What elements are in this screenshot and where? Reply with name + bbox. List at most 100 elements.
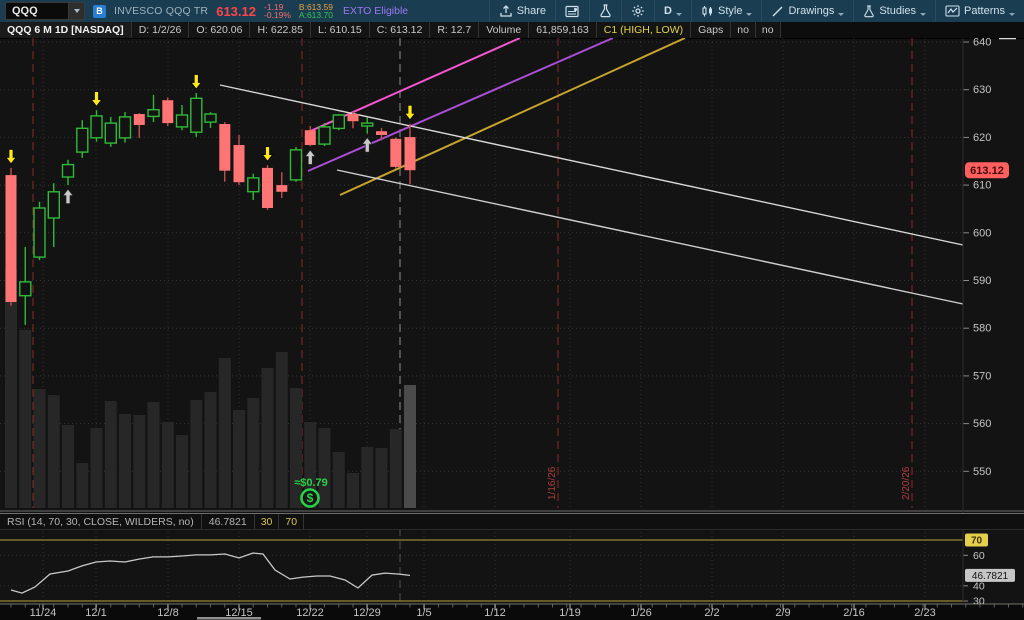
rsi-study-label[interactable]: RSI (14, 70, 30, CLOSE, WILDERS, no): [0, 514, 202, 529]
candle: [177, 105, 188, 130]
candle: [134, 113, 145, 138]
rsi-line: [11, 553, 410, 593]
alerts-button[interactable]: [555, 0, 589, 22]
chevron-down-icon: [838, 13, 844, 16]
svg-text:590: 590: [973, 275, 991, 287]
ohlc-segment: O: 620.06: [189, 22, 250, 38]
volume-bar: [148, 402, 160, 508]
patterns-button[interactable]: Patterns: [935, 0, 1024, 22]
studies-label: Studies: [879, 5, 916, 17]
candle: [234, 135, 245, 185]
channel-white-lower[interactable]: [337, 170, 963, 304]
event-date-label: 2/20/26: [901, 466, 912, 500]
c1-high-low-label: C1 (HIGH, LOW): [597, 22, 691, 38]
volume-bar: [247, 398, 259, 508]
trend-lines: [220, 38, 963, 304]
trendline-gold[interactable]: [340, 38, 685, 195]
share-button[interactable]: Share: [489, 0, 555, 22]
thinkorswim-chart-window: QQQ B INVESCO QQQ TR 613.12 -1.19 -0.19%…: [0, 0, 1024, 620]
channel-white-upper[interactable]: [220, 85, 963, 245]
ohlc-segment: D: 1/2/26: [132, 22, 190, 38]
sell-signal-arrow-icon: [191, 75, 201, 90]
last-price: 613.12: [216, 4, 256, 19]
scrollbar-thumb[interactable]: [197, 617, 261, 620]
svg-text:12/8: 12/8: [157, 607, 178, 619]
trendline-purple[interactable]: [308, 38, 613, 171]
svg-text:$: $: [307, 491, 314, 505]
buy-signal-arrow-icon: [362, 138, 372, 153]
ohlc-segment: C: 613.12: [370, 22, 431, 38]
volume-bar: [205, 392, 217, 508]
broker-b-icon[interactable]: B: [93, 5, 106, 18]
candle: [91, 110, 102, 142]
chevron-down-icon: [1009, 13, 1015, 16]
volume-bar: [190, 400, 202, 508]
volume-bar: [105, 401, 117, 508]
patterns-icon: [945, 5, 960, 17]
time-axis[interactable]: 11/2412/112/812/1512/2212/291/51/121/191…: [0, 604, 1024, 620]
svg-text:12/29: 12/29: [353, 607, 381, 619]
chart-title: QQQ 6 M 1D [NASDAQ]: [0, 22, 132, 38]
candle: [262, 165, 273, 210]
volume-value: 61,859,163: [529, 22, 597, 38]
volume-bar: [233, 410, 245, 508]
svg-text:630: 630: [973, 84, 991, 96]
volume-bar: [76, 463, 88, 508]
candle: [162, 97, 173, 126]
candle: [148, 95, 159, 122]
sell-signal-arrow-icon: [92, 92, 102, 107]
volume-bars: [5, 270, 416, 508]
svg-text:40: 40: [973, 580, 985, 592]
symbol-dropdown-button[interactable]: [68, 3, 84, 19]
symbol-input[interactable]: QQQ: [5, 2, 85, 20]
gaps-label: Gaps: [691, 22, 731, 38]
candle: [248, 174, 259, 200]
studies-button[interactable]: Studies: [853, 0, 935, 22]
svg-text:2/16: 2/16: [843, 607, 864, 619]
candle: [291, 147, 302, 182]
candle: [105, 117, 116, 147]
volume-bar: [290, 388, 302, 508]
candle: [390, 137, 401, 169]
ohlc-segment: H: 622.85: [250, 22, 311, 38]
price-axis[interactable]: 640630620610600590580570560550: [963, 38, 991, 478]
patterns-label: Patterns: [964, 5, 1005, 17]
candle: [219, 122, 230, 182]
chart-style-icon: [701, 5, 714, 18]
sell-signal-arrow-icon: [6, 149, 16, 164]
volume-bar: [376, 448, 388, 508]
drawings-icon: [771, 5, 784, 18]
style-label: Style: [718, 5, 742, 17]
price-change-pct: -0.19%: [264, 11, 291, 20]
svg-text:600: 600: [973, 227, 991, 239]
volume-bar: [404, 385, 416, 508]
svg-text:2/23: 2/23: [914, 607, 935, 619]
candle: [120, 112, 131, 143]
style-button[interactable]: Style: [691, 0, 761, 22]
company-name: INVESCO QQQ TR: [114, 5, 208, 17]
buy-signal-arrow-icon: [63, 189, 73, 204]
last-price-badge: 613.12: [965, 162, 1009, 178]
tests-button[interactable]: [589, 0, 621, 22]
volume-bar: [119, 414, 131, 508]
volume-label: Volume: [479, 22, 529, 38]
candle: [191, 93, 202, 137]
svg-text:620: 620: [973, 132, 991, 144]
settings-button[interactable]: [621, 0, 654, 22]
symbol-value[interactable]: QQQ: [6, 3, 68, 19]
volume-bar: [19, 330, 31, 508]
chevron-down-icon: [676, 13, 682, 16]
svg-text:610: 610: [973, 180, 991, 192]
candle: [276, 172, 287, 198]
axis-pattern-icon[interactable]: [999, 38, 1016, 39]
ohlc-readout-bar: QQQ 6 M 1D [NASDAQ] D: 1/2/26O: 620.06H:…: [0, 22, 1024, 39]
timeframe-button[interactable]: D: [654, 0, 691, 22]
share-icon: [499, 5, 513, 18]
rsi-pane: 6040307046.7821: [0, 534, 1015, 608]
chevron-down-icon: [920, 13, 926, 16]
drawings-button[interactable]: Drawings: [761, 0, 853, 22]
chart-canvas[interactable]: 64063062061060059058057056055011/21/2512…: [0, 38, 1024, 620]
candles: [6, 93, 416, 325]
sell-signal-arrow-icon: [405, 105, 415, 120]
ohlc-segment: R: 12.7: [430, 22, 479, 38]
